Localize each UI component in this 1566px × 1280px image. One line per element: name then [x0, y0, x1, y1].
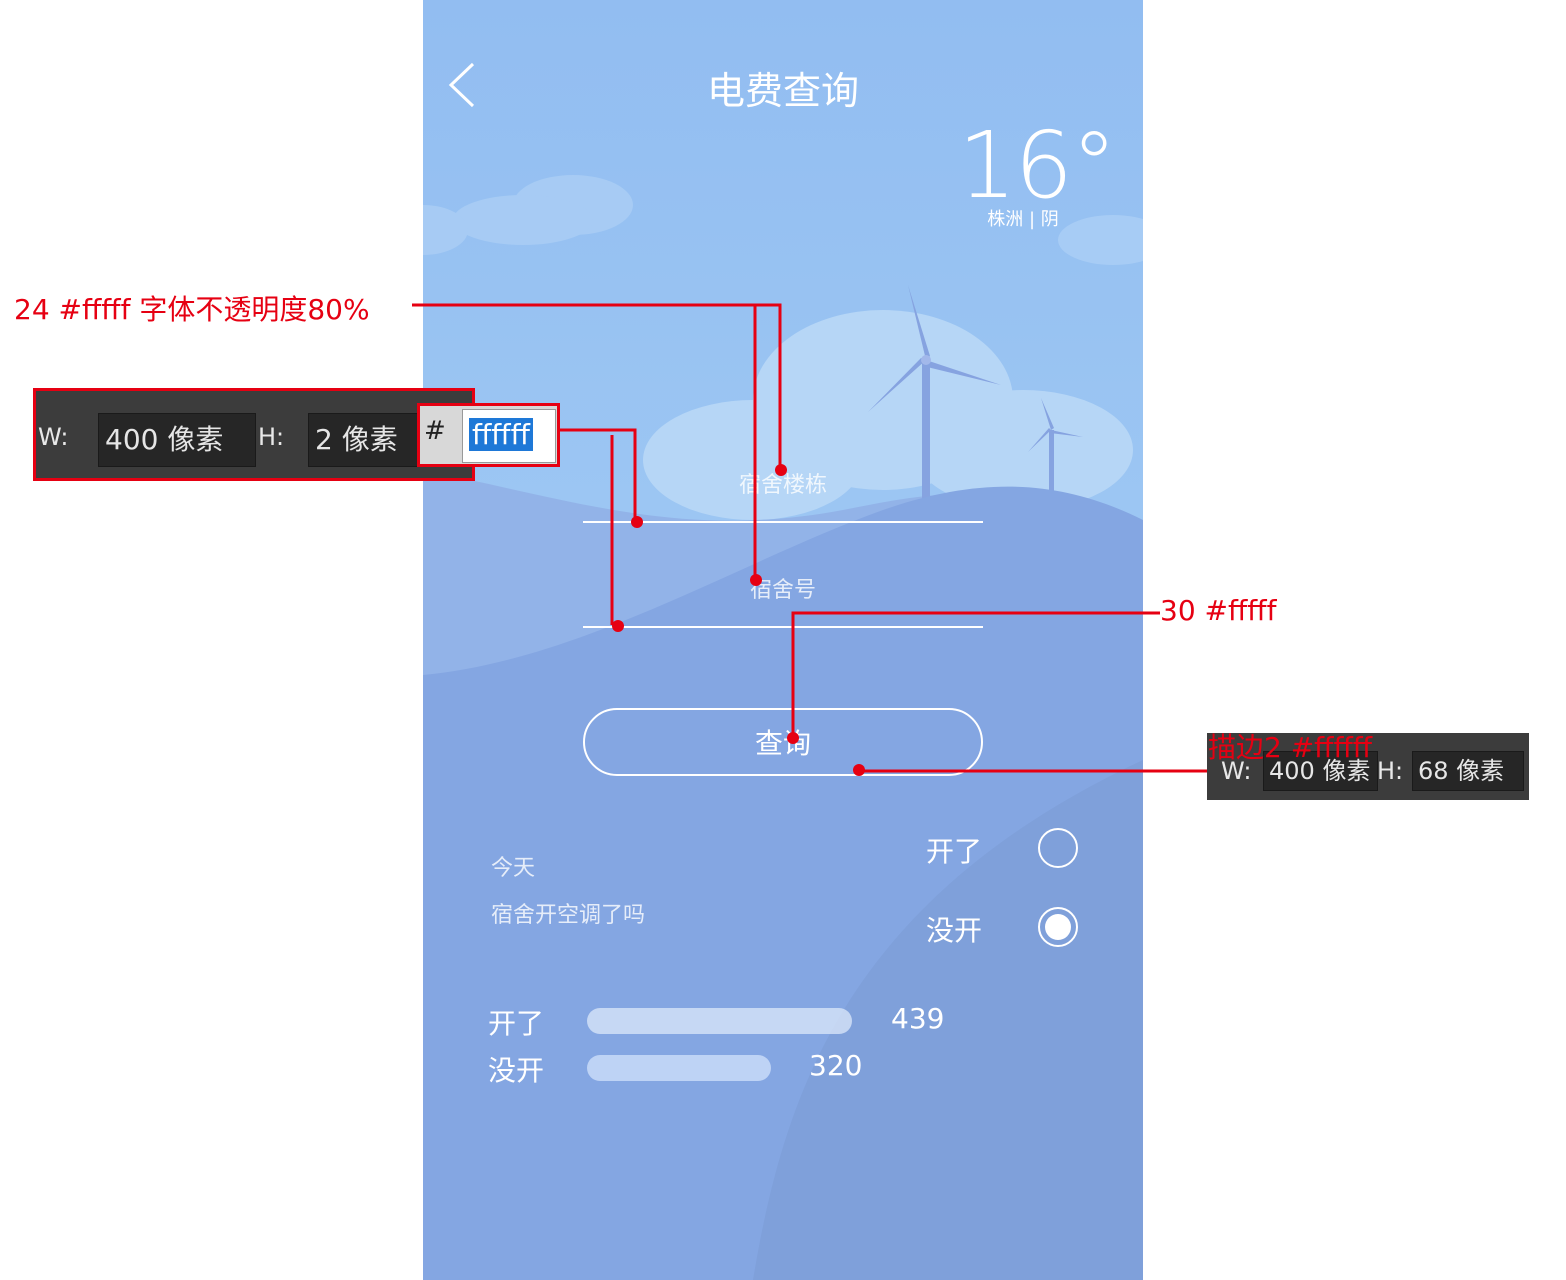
- annotation-placeholder-spec: 24 #fffff 字体不透明度80%: [14, 293, 370, 326]
- width-label: W:: [38, 423, 69, 451]
- annotation-dot: [612, 620, 624, 632]
- color-hex-value: ffffff: [469, 418, 533, 451]
- height-label: H:: [258, 423, 285, 451]
- annotation-button-border-spec: 描边2 #ffffff: [1208, 731, 1373, 764]
- width-field: 400 像素: [98, 413, 256, 467]
- annotation-dot: [775, 464, 787, 476]
- annotation-leaders: [412, 303, 1210, 773]
- annotation-button-text-spec: 30 #fffff: [1160, 594, 1277, 627]
- height-label: H:: [1377, 757, 1404, 785]
- color-swatch-panel: # ffffff: [417, 403, 560, 467]
- annotation-dot: [631, 516, 643, 528]
- annotation-dot: [787, 732, 799, 744]
- annotation-dot: [853, 764, 865, 776]
- line-size-panel: W: 400 像素 H: 2 像素: [33, 388, 475, 481]
- hash-label: #: [424, 416, 446, 446]
- height-field: 68 像素: [1412, 751, 1524, 791]
- annotation-dot: [750, 574, 762, 586]
- color-field: ffffff: [462, 409, 556, 463]
- height-field: 2 像素: [308, 413, 424, 467]
